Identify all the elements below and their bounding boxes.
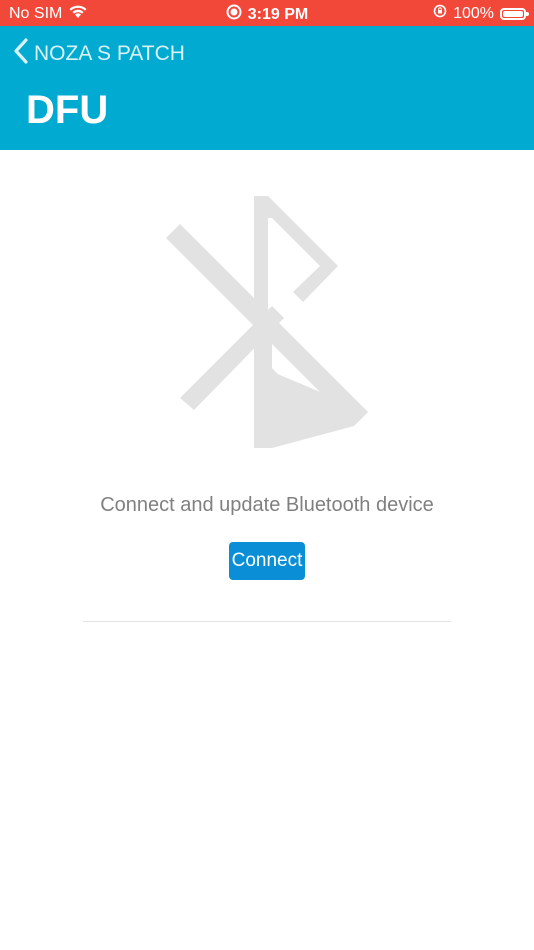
bluetooth-icon [160,192,376,459]
battery-icon [500,7,529,20]
status-time: 3:19 PM [247,5,309,23]
back-button[interactable]: NOZA S PATCH [14,38,185,70]
status-bar: No SIM 3:19 PM 100% [0,0,534,26]
instruction-text: Connect and update Bluetooth device [100,494,434,516]
back-label: NOZA S PATCH [34,42,185,65]
nav-bar: NOZA S PATCH DFU [0,26,534,150]
divider [83,621,451,622]
battery-level [503,10,523,17]
battery-percent: 100% [453,4,494,22]
connect-button[interactable]: Connect [229,542,305,580]
status-right: 100% [433,4,529,23]
recording-icon [226,4,242,25]
page-title: DFU [26,88,109,132]
chevron-left-icon [14,38,28,70]
orientation-lock-icon [433,4,447,23]
